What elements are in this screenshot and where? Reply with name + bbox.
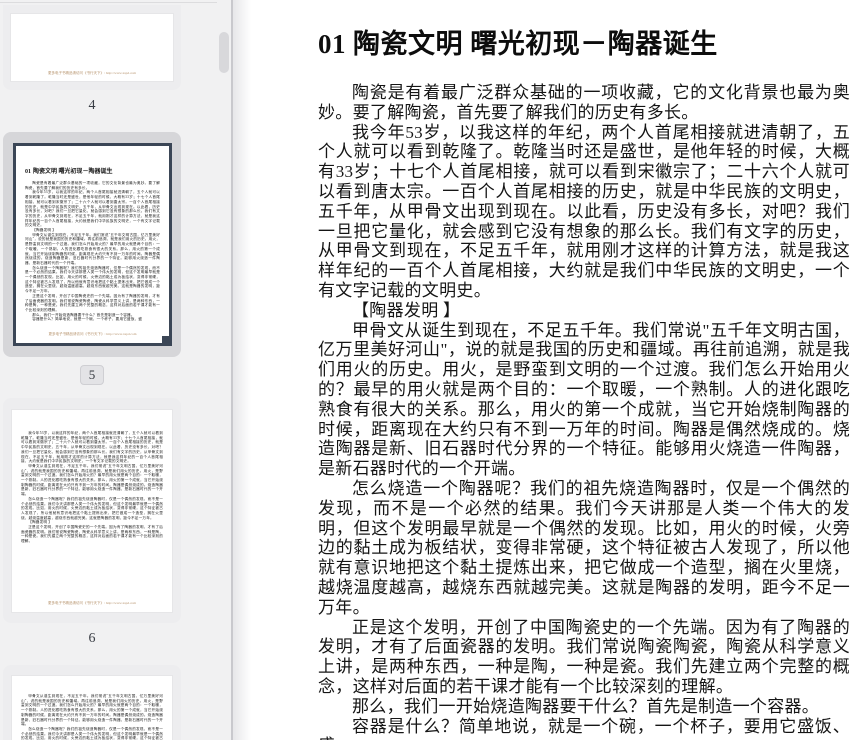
chapter-title-text: 陶瓷文明 曙光初现－陶器诞生 bbox=[353, 29, 718, 59]
thumbnail-page-4[interactable]: 更多电子书精品请访问《书行天下》: http://www.xspd.com 4 bbox=[3, 5, 181, 114]
thumbnail-watermark: 更多电子书精品请访问《书行天下》: http://www.xspd.com bbox=[48, 601, 136, 605]
paragraph: 正是这个发明，开创了中国陶瓷史的一个先端。因为有了陶器的发明，才有了后面瓷器的发… bbox=[318, 617, 850, 696]
document-view: 01 陶瓷文明 曙光初现－陶器诞生 陶瓷是有着最广泛群众基础的一项收藏，它的文化背… bbox=[233, 0, 853, 740]
paragraph: 甲骨文从诞生到现在，不足五千年。我们常说"五千年文明古国，亿万里美好河山"，说的… bbox=[318, 320, 850, 479]
paragraph: 那么，我们一开始烧造陶器要干什么？首先是制造一个容器。 bbox=[352, 696, 820, 716]
section-heading: 【陶器发明 】 bbox=[352, 300, 461, 320]
paragraph: 容器是什么？简单地说，就是一个碗，一个杯子，要用它盛饭、盛 bbox=[318, 716, 850, 740]
current-page-number-badge: 5 bbox=[3, 365, 181, 385]
chapter-number: 01 bbox=[318, 29, 346, 59]
thumbnail-page-5-content: 01 陶瓷文明 曙光初现－陶器诞生 陶瓷是有着最广泛群众基础的一项收藏，它的文化背… bbox=[25, 169, 160, 322]
page-number-label: 4 bbox=[88, 98, 96, 113]
thumbnail-sidebar: 更多电子书精品请访问《书行天下》: http://www.xspd.com 4 … bbox=[0, 0, 233, 740]
paragraph: 怎么烧造一个陶器呢？我们的祖先烧造陶器时，仅是一个偶然的发现，而不是一个必然的结… bbox=[318, 478, 850, 617]
paragraph: 陶瓷是有着最广泛群众基础的一项收藏，它的文化背景也最为奥妙。要了解陶瓷，首先要了… bbox=[318, 83, 850, 122]
thumbnail-page-7[interactable]: 甲骨文从诞生到现在，不足五千年。我们常说"五千年文明古国，亿万里美好河山"，说的… bbox=[3, 665, 181, 740]
pdf-reader-window: 更多电子书精品请访问《书行天下》: http://www.xspd.com 4 … bbox=[0, 0, 853, 740]
thumbnail-watermark: 更多电子书精品请访问《书行天下》: http://www.xspd.com bbox=[48, 71, 136, 75]
selected-page-corner-mark bbox=[162, 336, 169, 343]
sidebar-shadow bbox=[233, 0, 251, 740]
paragraph: 我今年53岁，以我这样的年纪，两个人首尾相接就进清朝了，五个人就可以看到乾隆了。… bbox=[318, 122, 850, 300]
thumbnail-watermark: 更多电子书精品请访问《书行天下》: http://www.xspd.com bbox=[48, 332, 137, 336]
thumbnail-page-5-selected[interactable]: 01 陶瓷文明 曙光初现－陶器诞生 陶瓷是有着最广泛群众基础的一项收藏，它的文化背… bbox=[3, 132, 181, 385]
document-body: 陶瓷是有着最广泛群众基础的一项收藏，它的文化背景也最为奥妙。要了解陶瓷，首先要了… bbox=[318, 83, 850, 740]
sidebar-scrollbar-thumb[interactable] bbox=[219, 32, 229, 73]
page-number-label: 6 bbox=[88, 631, 96, 646]
document-page: 01 陶瓷文明 曙光初现－陶器诞生 陶瓷是有着最广泛群众基础的一项收藏，它的文化背… bbox=[318, 0, 850, 740]
chapter-title: 01 陶瓷文明 曙光初现－陶器诞生 bbox=[318, 28, 850, 60]
thumbnail-page-6-content: 我今年53岁，以我这样的年纪，两个人首尾相接就进清朝了，五个人就可以看到乾隆了。… bbox=[21, 431, 163, 544]
thumbnail-page-6[interactable]: 我今年53岁，以我这样的年纪，两个人首尾相接就进清朝了，五个人就可以看到乾隆了。… bbox=[3, 398, 181, 647]
previous-thumbnail-edge bbox=[0, 2, 217, 3]
thumbnail-page-7-content: 甲骨文从诞生到现在，不足五千年。我们常说"五千年文明古国，亿万里美好河山"，说的… bbox=[21, 694, 163, 740]
